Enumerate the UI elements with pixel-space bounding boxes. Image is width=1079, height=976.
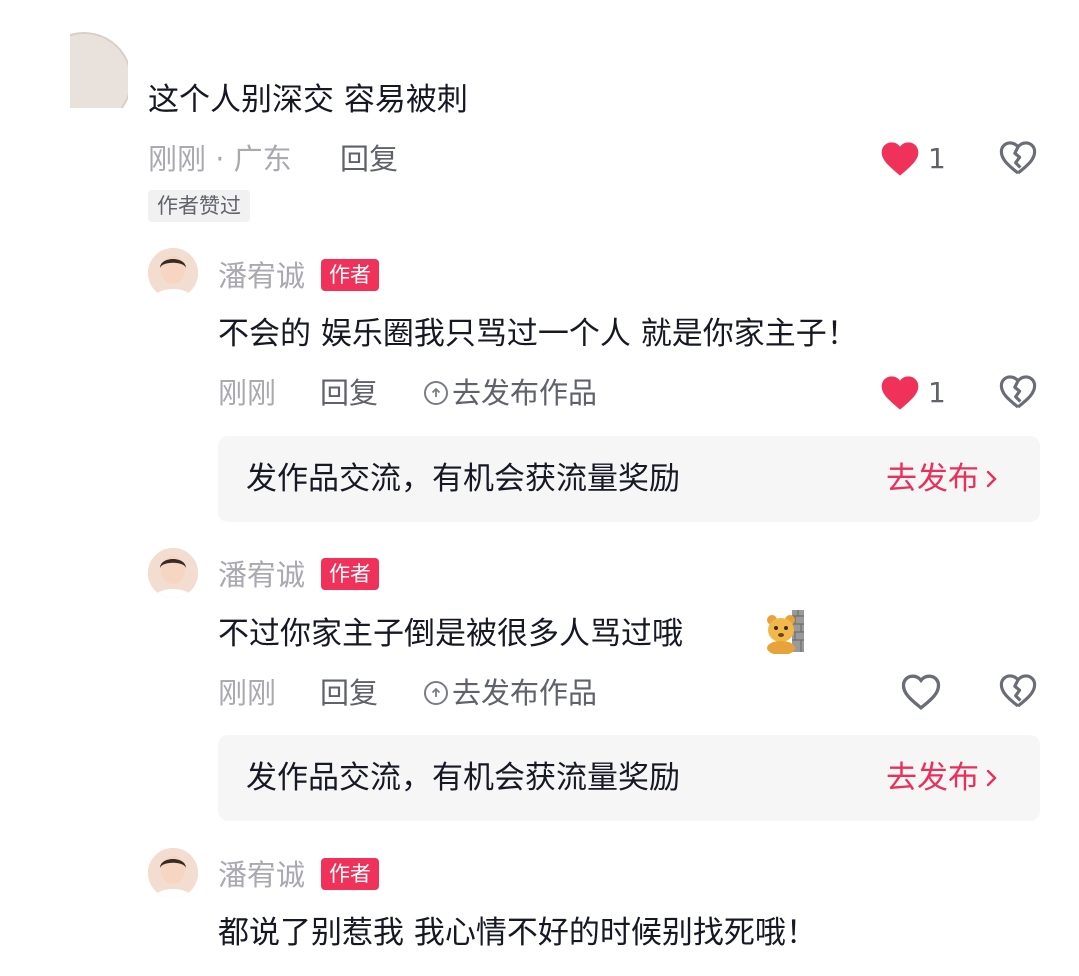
chevron-right-icon — [985, 459, 999, 499]
publish-prompt-text: 发作品交流，有机会获流量奖励 — [246, 760, 680, 796]
publish-work-label: 去发布作品 — [452, 376, 598, 410]
author-badge: 作者 — [321, 259, 379, 291]
heart-icon[interactable] — [901, 673, 941, 711]
heart-icon[interactable] — [880, 374, 920, 412]
reply-button[interactable]: 回复 — [340, 141, 398, 177]
comment-time-location: 刚刚 · 广东 — [148, 142, 292, 176]
reply-time: 刚刚 — [218, 676, 277, 710]
reply-time: 刚刚 — [218, 376, 277, 410]
publish-button-label: 去发布 — [886, 760, 979, 796]
avatar-cut[interactable] — [70, 30, 128, 108]
broken-heart-icon[interactable] — [999, 673, 1037, 709]
avatar[interactable] — [148, 548, 198, 598]
author-badge: 作者 — [321, 858, 379, 890]
publish-work-link[interactable]: 去发布作品 — [424, 375, 597, 411]
reply-button[interactable]: 回复 — [320, 675, 378, 711]
publish-work-label: 去发布作品 — [452, 676, 598, 710]
publish-prompt-card[interactable]: 发作品交流，有机会获流量奖励 去发布 — [218, 436, 1040, 522]
publish-button-label: 去发布 — [886, 461, 979, 497]
like-count: 1 — [928, 142, 946, 175]
author-liked-tag: 作者赞过 — [148, 190, 250, 222]
chevron-right-icon — [985, 758, 999, 798]
reply-text: 不过你家主子倒是被很多人骂过哦 — [218, 616, 683, 652]
avatar[interactable] — [148, 848, 198, 898]
author-name[interactable]: 潘宥诚 — [218, 258, 305, 294]
reply-text: 不会的 娱乐圈我只骂过一个人 就是你家主子！ — [218, 316, 858, 352]
avatar[interactable] — [148, 248, 198, 298]
reply-button[interactable]: 回复 — [320, 375, 378, 411]
upload-circle-icon — [424, 381, 448, 405]
upload-circle-icon — [424, 681, 448, 705]
publish-prompt-text: 发作品交流，有机会获流量奖励 — [246, 461, 680, 497]
author-name[interactable]: 潘宥诚 — [218, 857, 305, 893]
broken-heart-icon[interactable] — [999, 374, 1037, 410]
publish-prompt-card[interactable]: 发作品交流，有机会获流量奖励 去发布 — [218, 735, 1040, 821]
bear-emoji-icon — [764, 608, 806, 654]
heart-icon[interactable] — [880, 140, 920, 178]
comment-text: 这个人别深交 容易被刺 — [148, 82, 468, 118]
publish-work-link[interactable]: 去发布作品 — [424, 675, 597, 711]
author-badge: 作者 — [321, 558, 379, 590]
publish-button[interactable]: 去发布 — [886, 459, 999, 499]
broken-heart-icon[interactable] — [999, 140, 1037, 176]
reply-text: 都说了别惹我 我心情不好的时候别找死哦！ — [218, 915, 817, 951]
author-name[interactable]: 潘宥诚 — [218, 557, 305, 593]
publish-button[interactable]: 去发布 — [886, 758, 999, 798]
like-count: 1 — [928, 376, 946, 409]
